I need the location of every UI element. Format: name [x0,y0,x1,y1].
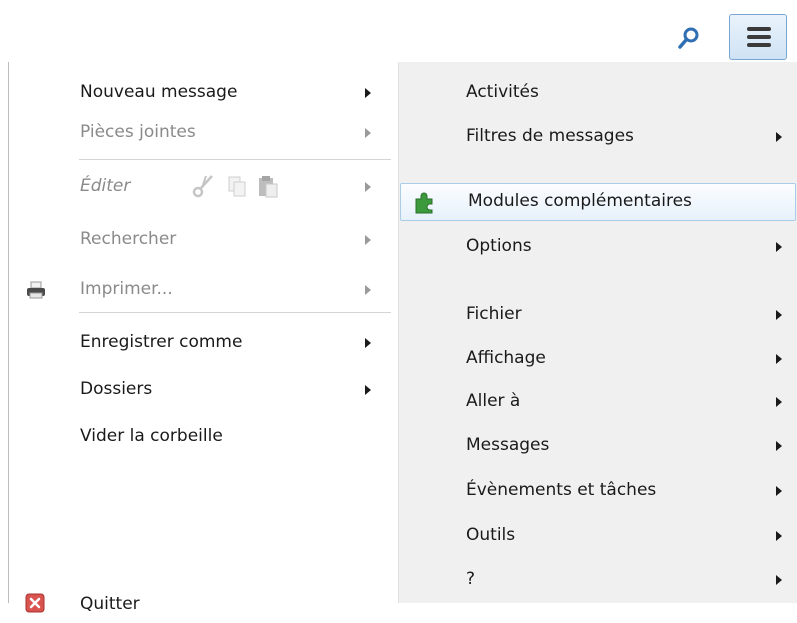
menu-item-edit[interactable]: Éditer [9,169,399,205]
menu-item-save-as[interactable]: Enregistrer comme [9,325,399,361]
submenu-arrow-icon [365,182,371,192]
submenu-arrow-icon [776,397,782,407]
copy-icon[interactable] [226,174,248,198]
submenu-arrow-icon [365,285,371,295]
search-icon[interactable] [678,26,700,50]
submenu-arrow-icon [365,235,371,245]
menu-item-label: Pièces jointes [80,122,196,142]
menu-item-label: ? [466,569,476,589]
menu-item-label: Rechercher [80,229,177,249]
submenu-arrow-icon [776,575,782,585]
menu-item-tools[interactable]: Outils [399,518,797,554]
menu-item-label: Filtres de messages [466,126,634,146]
menu-item-help[interactable]: ? [399,562,797,598]
menu-item-label: Outils [466,525,516,545]
menu-item-label: Éditer [80,176,131,196]
menu-item-label: Affichage [466,348,546,368]
menu-item-label: Fichier [466,304,522,324]
menu-separator [79,312,391,313]
menu-item-addons[interactable]: Modules complémentaires [400,183,796,221]
quit-icon [25,593,45,613]
menu-item-label: Dossiers [80,379,153,399]
submenu-arrow-icon [776,310,782,320]
menu-item-label: Nouveau message [80,82,238,102]
menu-item-print[interactable]: Imprimer... [9,272,399,308]
menu-item-options[interactable]: Options [399,229,797,265]
submenu-arrow-icon [365,88,371,98]
submenu-arrow-icon [776,132,782,142]
menu-item-label: Messages [466,435,550,455]
app-menu-button[interactable] [729,14,787,60]
printer-icon [27,281,45,299]
menu-item-attachments[interactable]: Pièces jointes [9,115,399,151]
menu-item-go-to[interactable]: Aller à [399,384,797,420]
submenu-arrow-icon [776,354,782,364]
submenu-arrow-icon [365,385,371,395]
submenu-arrow-icon [776,242,782,252]
paste-icon[interactable] [257,174,279,198]
submenu-arrow-icon [776,441,782,451]
menu-item-activities[interactable]: Activités [399,75,797,111]
toolbar [0,0,797,62]
menu-item-label: Quitter [80,594,140,614]
hamburger-menu-icon [747,27,771,31]
menu-item-label: Imprimer... [80,279,173,299]
menu-item-view[interactable]: Affichage [399,341,797,377]
menu-item-file[interactable]: Fichier [399,297,797,333]
submenu-arrow-icon [776,486,782,496]
submenu-arrow-icon [776,531,782,541]
menu-item-search[interactable]: Rechercher [9,222,399,258]
menu-item-label: Modules complémentaires [468,191,692,211]
menu-item-label: Options [466,236,532,256]
menu-item-new-message[interactable]: Nouveau message [9,75,399,111]
menu-separator [79,159,391,160]
menu-item-label: Activités [466,82,539,102]
menu-item-quit[interactable]: Quitter [9,587,399,623]
menu-item-label: Aller à [466,391,521,411]
menu-item-folders[interactable]: Dossiers [9,372,399,408]
menu-item-empty-trash[interactable]: Vider la corbeille [9,419,399,455]
submenu-arrow-icon [365,338,371,348]
submenu-arrow-icon [365,128,371,138]
menu-item-message-filters[interactable]: Filtres de messages [399,119,797,155]
menu-item-label: Évènements et tâches [466,480,657,500]
menu-item-label: Enregistrer comme [80,332,243,352]
app-menu-left-panel: Nouveau message Pièces jointes Éditer Re… [8,62,399,614]
menu-item-messages[interactable]: Messages [399,428,797,464]
menu-item-label: Vider la corbeille [80,426,223,446]
cut-icon[interactable] [192,174,216,198]
menu-item-events-tasks[interactable]: Évènements et tâches [399,473,797,509]
app-menu-right-panel: Activités Filtres de messages Modules co… [398,62,797,603]
puzzle-piece-icon [415,192,433,214]
